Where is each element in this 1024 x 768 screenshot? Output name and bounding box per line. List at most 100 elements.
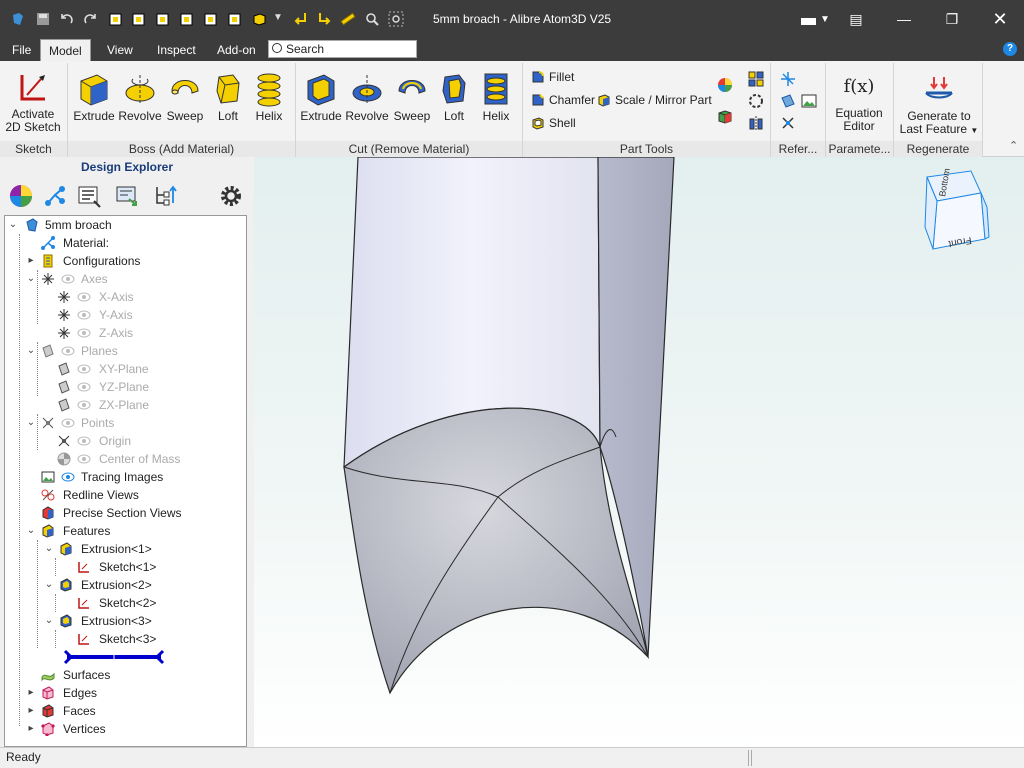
arrow-down-left-icon[interactable] [293, 11, 309, 27]
tree-item-points[interactable]: ⌄ Points [25, 414, 243, 432]
tree-item-zx-plane[interactable]: ZX-Plane [43, 396, 243, 414]
boss-sweep-button[interactable]: Sweep [163, 71, 207, 123]
color-wheel-icon[interactable] [8, 183, 34, 209]
visibility-eye-icon[interactable] [77, 454, 91, 464]
tree-item-origin[interactable]: Origin [43, 432, 243, 450]
scale-mirror-part-button[interactable]: Scale / Mirror Part [595, 91, 712, 109]
tree-item-extrusion-2[interactable]: ⌄ Extrusion<2> [43, 576, 243, 594]
visibility-eye-icon[interactable] [77, 364, 91, 374]
collapse-chevron-icon[interactable]: ⌄ [43, 612, 55, 630]
collapse-chevron-icon[interactable]: ⌄ [25, 270, 37, 288]
reference-image-icon[interactable] [801, 93, 817, 109]
3d-viewport[interactable]: Bottom Front [254, 157, 1024, 747]
expand-chevron-icon[interactable]: ▸ [25, 702, 37, 720]
material-icon[interactable] [717, 109, 733, 125]
collapse-chevron-icon[interactable]: ⌄ [25, 522, 37, 540]
view-cube-icon-3[interactable] [155, 11, 171, 27]
search-input[interactable]: Search [268, 40, 417, 58]
view-cube-icon-2[interactable] [131, 11, 147, 27]
tab-inspect[interactable]: Inspect [149, 39, 204, 61]
view-cube-icon-5[interactable] [203, 11, 219, 27]
expand-chevron-icon[interactable]: ▸ [25, 720, 37, 738]
visibility-eye-icon[interactable] [61, 274, 75, 284]
visibility-eye-icon[interactable] [61, 346, 75, 356]
visibility-eye-icon[interactable] [77, 292, 91, 302]
tree-item-axes[interactable]: ⌄ Axes [25, 270, 243, 288]
undo-icon[interactable] [59, 11, 75, 27]
cut-extrude-button[interactable]: Extrude [299, 71, 343, 123]
tree-item-vertices[interactable]: ▸ Vertices [25, 720, 243, 738]
visibility-eye-icon[interactable] [77, 436, 91, 446]
restore-button[interactable]: ❐ [929, 0, 975, 39]
zoom-window-icon[interactable] [388, 11, 404, 27]
tree-item-extrusion-1[interactable]: ⌄ Extrusion<1> [43, 540, 243, 558]
tab-add-on[interactable]: Add-on [209, 39, 264, 61]
tree-item-sketch-3[interactable]: Sketch<3> [61, 630, 243, 648]
activate-2d-sketch-button[interactable]: Activate 2D Sketch [2, 71, 64, 134]
chamfer-button[interactable]: Chamfer [529, 91, 595, 109]
tree-item-surfaces[interactable]: Surfaces [25, 666, 243, 684]
collapse-chevron-icon[interactable]: ⌄ [25, 342, 37, 360]
boss-extrude-button[interactable]: Extrude [72, 71, 116, 123]
reference-axis-icon[interactable] [780, 71, 796, 87]
shell-button[interactable]: Shell [529, 114, 576, 132]
minimize-button[interactable]: — [881, 0, 927, 39]
tree-item-planes[interactable]: ⌄ Planes [25, 342, 243, 360]
equation-editor-button[interactable]: f(x) Equation Editor [829, 71, 889, 133]
tree-item-y-axis[interactable]: Y-Axis [43, 306, 243, 324]
tree-item-sketch-1[interactable]: Sketch<1> [61, 558, 243, 576]
visibility-eye-icon[interactable] [77, 382, 91, 392]
visibility-eye-icon[interactable] [61, 472, 75, 482]
circular-pattern-icon[interactable] [748, 93, 764, 109]
visibility-eye-icon[interactable] [77, 310, 91, 320]
generate-to-last-feature-button[interactable]: Generate to Last Feature ▼ [897, 71, 981, 137]
quick-access-dropdown[interactable]: ▼ [273, 12, 283, 23]
tree-item-tracing-images[interactable]: Tracing Images [25, 468, 243, 486]
tree-root[interactable]: ⌄ 5mm broach [7, 216, 243, 234]
reference-point-icon[interactable] [780, 115, 796, 131]
cut-helix-button[interactable]: Helix [474, 71, 518, 123]
color-wheel-icon[interactable] [717, 77, 733, 93]
reference-plane-icon[interactable] [780, 93, 796, 109]
fillet-button[interactable]: Fillet [529, 68, 574, 86]
tree-item-precise-section-views[interactable]: Precise Section Views [25, 504, 243, 522]
boss-helix-button[interactable]: Helix [247, 71, 291, 123]
boss-loft-button[interactable]: Loft [206, 71, 250, 123]
expand-chevron-icon[interactable]: ▸ [25, 684, 37, 702]
visibility-eye-icon[interactable] [77, 400, 91, 410]
zoom-icon[interactable] [364, 11, 380, 27]
cut-revolve-button[interactable]: Revolve [345, 71, 389, 123]
view-cube-icon-6[interactable] [227, 11, 243, 27]
collapse-chevron-icon[interactable]: ⌄ [43, 540, 55, 558]
close-button[interactable]: ✕ [977, 0, 1023, 39]
tree-item-sketch-2[interactable]: Sketch<2> [61, 594, 243, 612]
tree-item-redline-views[interactable]: Redline Views [25, 486, 243, 504]
visibility-eye-icon[interactable] [61, 418, 75, 428]
tab-view[interactable]: View [99, 39, 141, 61]
tree-item-z-axis[interactable]: Z-Axis [43, 324, 243, 342]
view-cube-icon-4[interactable] [179, 11, 195, 27]
expand-chevron-icon[interactable]: ▸ [25, 252, 37, 270]
collapse-chevron-icon[interactable]: ⌄ [7, 216, 19, 234]
tab-file[interactable]: File [4, 39, 39, 61]
help-icon[interactable]: ? [1003, 42, 1017, 56]
tab-model[interactable]: Model [40, 39, 91, 61]
redo-icon[interactable] [82, 11, 98, 27]
tree-item-features[interactable]: ⌄ Features [25, 522, 243, 540]
connections-icon[interactable] [42, 183, 68, 209]
chevron-down-icon[interactable]: ▼ [970, 126, 978, 135]
properties-list-icon[interactable] [76, 183, 102, 209]
arrow-down-right-icon[interactable] [316, 11, 332, 27]
tree-item-faces[interactable]: ▸ Faces [25, 702, 243, 720]
tree-item-extrusion-3[interactable]: ⌄ Extrusion<3> [43, 612, 243, 630]
tree-item-material[interactable]: Material: [25, 234, 243, 252]
boss-revolve-button[interactable]: Revolve [118, 71, 162, 123]
isometric-view-icon[interactable] [251, 11, 267, 27]
collapse-ribbon-icon[interactable]: ⌃ [1009, 139, 1018, 152]
export-view-icon[interactable] [114, 183, 140, 209]
collapse-chevron-icon[interactable]: ⌄ [25, 414, 37, 432]
cut-sweep-button[interactable]: Sweep [390, 71, 434, 123]
tree-reorder-icon[interactable] [152, 183, 178, 209]
view-cube[interactable]: Bottom Front [919, 167, 994, 252]
rollback-bar[interactable] [63, 649, 165, 665]
